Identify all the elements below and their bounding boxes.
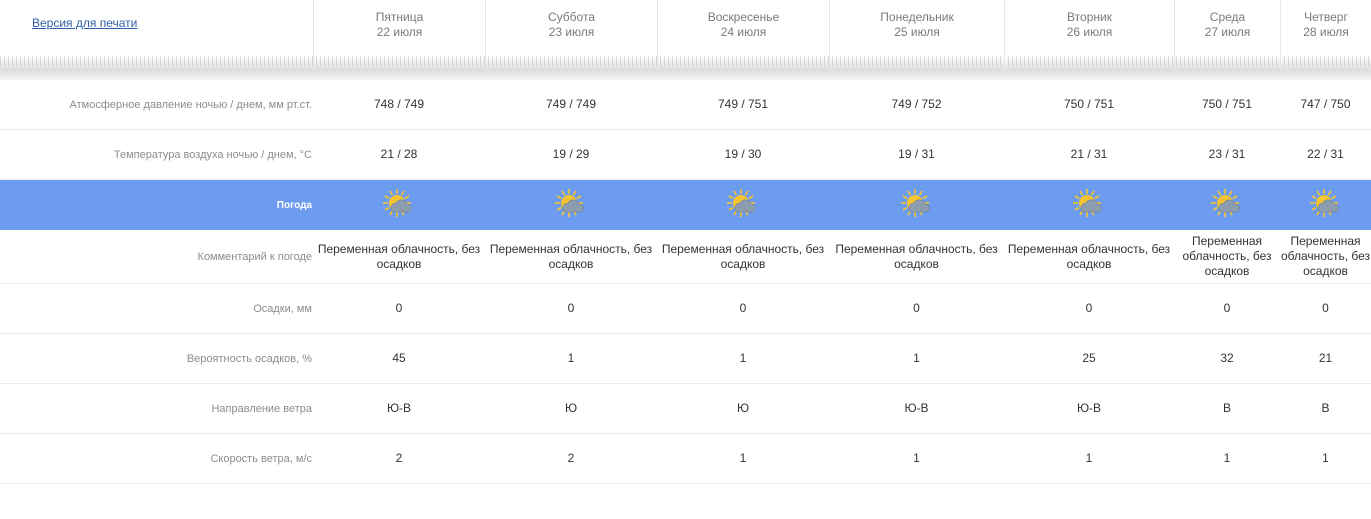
value-cell: 1 [567,351,575,365]
value-cell: 22 / 31 [1307,147,1344,161]
day-date: 23 июля [548,25,595,39]
value-cell: 749 / 752 [891,97,942,111]
value-cell: 0 [395,301,403,315]
row-temperature: Температура воздуха ночью / днем, °C 21 /… [0,130,1371,180]
value-cell: 750 / 751 [1063,97,1115,111]
value-cell: 1 [1223,451,1231,465]
value-cell: 747 / 750 [1300,97,1351,111]
row-label: Погода [276,199,312,211]
value-cell: 45 [392,351,406,365]
value-cell: 2 [567,451,575,465]
value-cell: 19 / 30 [724,147,762,161]
value-cell: 21 [1318,351,1333,365]
row-label: Температура воздуха ночью / днем, °C [113,148,312,161]
row-label: Атмосферное давление ночью / днем, мм рт… [69,98,312,111]
row-pressure: Атмосферное давление ночью / днем, мм рт… [0,80,1371,130]
partly-cloudy-icon [1004,180,1174,230]
value-cell: 748 / 749 [373,97,425,111]
value-cell: 0 [913,301,920,315]
value-cell: Переменная облачность, без осадков [489,241,653,271]
row-comment: Комментарий к погоде Переменная облачност… [0,230,1371,284]
value-cell: Переменная облачность, без осадков [317,241,481,271]
value-cell: 21 / 31 [1070,147,1108,161]
partly-cloudy-icon [1280,180,1371,230]
partly-cloudy-icon [313,180,485,230]
forecast-page: Версия для печати Пятница 22 июля Суббота 2… [0,0,1371,519]
value-cell: 25 [1082,351,1096,365]
partly-cloudy-icon [657,180,829,230]
day-header: Пятница 22 июля [313,0,485,70]
value-cell: Переменная облачность, без осадков [1007,241,1171,271]
day-header: Среда 27 июля [1174,0,1280,70]
day-header: Воскресенье 24 июля [657,0,829,70]
value-cell: Ю-В [1076,401,1102,415]
value-cell: 23 / 31 [1208,147,1246,161]
value-cell: 2 [395,451,403,465]
day-name: Понедельник [880,10,954,24]
value-cell: Ю-В [904,401,929,415]
value-cell: Переменная облачность, без осадков [661,241,825,271]
day-header: Суббота 23 июля [485,0,657,70]
value-cell: 1 [1322,451,1329,465]
day-date: 26 июля [1066,25,1113,39]
value-cell: 1 [1085,451,1093,465]
value-cell: 749 / 751 [717,97,769,111]
day-header: Четверг 28 июля [1280,0,1371,70]
day-date: 22 июля [376,25,423,39]
value-cell: Ю [564,401,578,415]
partly-cloudy-icon [485,180,657,230]
value-cell: Ю [736,401,750,415]
value-cell: Ю-В [386,401,412,415]
day-name: Пятница [375,10,424,24]
value-cell: 749 / 749 [545,97,597,111]
row-wind-dir: Направление ветра Ю-В Ю Ю Ю-В Ю-В В В [0,384,1371,434]
value-cell: 1 [739,351,747,365]
value-cell: 0 [1085,301,1093,315]
value-cell: 0 [567,301,575,315]
partly-cloudy-icon [1174,180,1280,230]
day-name: Вторник [1067,10,1112,24]
value-cell: 0 [739,301,747,315]
row-label: Вероятность осадков, % [186,352,312,365]
day-header: Понедельник 25 июля [829,0,1004,70]
day-date: 28 июля [1303,25,1349,39]
day-name: Среда [1209,10,1246,24]
row-label: Комментарий к погоде [197,250,312,263]
row-wind-speed: Скорость ветра, м/с 2 2 1 1 1 1 1 [0,434,1371,484]
row-probability: Вероятность осадков, % 45 1 1 1 25 32 21 [0,334,1371,384]
day-header: Вторник 26 июля [1004,0,1174,70]
row-weather: Погода [0,180,1371,230]
day-name: Воскресенье [707,10,780,24]
value-cell: 19 / 31 [898,147,935,161]
value-cell: 750 / 751 [1201,97,1253,111]
row-label: Осадки, мм [253,302,312,315]
day-date: 24 июля [720,25,767,39]
row-label: Направление ветра [211,402,312,415]
value-cell: Переменная облачность, без осадков [1280,234,1371,278]
partly-cloudy-icon [829,180,1004,230]
value-cell: 21 / 28 [380,147,418,161]
row-precipitation: Осадки, мм 0 0 0 0 0 0 0 [0,284,1371,334]
value-cell: Переменная облачность, без осадков [1182,234,1272,278]
day-date: 25 июля [894,25,940,39]
day-date: 27 июля [1204,25,1251,39]
value-cell: 19 / 29 [552,147,590,161]
day-name: Суббота [548,10,595,24]
value-cell: 1 [913,351,920,365]
value-cell: 0 [1223,301,1231,315]
day-name: Четверг [1304,10,1348,24]
value-cell: 1 [913,451,920,465]
value-cell: 0 [1322,301,1329,315]
value-cell: В [1222,401,1231,415]
value-cell: Переменная облачность, без осадков [835,241,998,271]
value-cell: В [1321,401,1330,415]
row-label: Скорость ветра, м/с [210,452,312,465]
print-version-link[interactable]: Версия для печати [32,16,137,30]
value-cell: 32 [1220,351,1234,365]
value-cell: 1 [739,451,747,465]
